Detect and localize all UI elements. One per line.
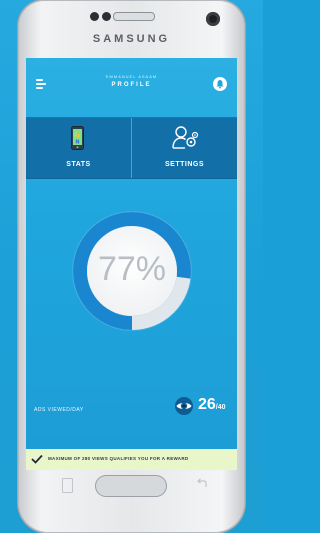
user-settings-icon (172, 126, 199, 149)
notification-bell-icon[interactable] (213, 77, 227, 91)
recent-apps-button[interactable] (62, 478, 73, 493)
earpiece-speaker (113, 12, 155, 21)
progress-percent: 77% (97, 250, 167, 288)
reward-banner-text: MAXIMUM OF 280 VIEWS QUALIFIES YOU FOR A… (48, 456, 189, 461)
check-icon (31, 454, 43, 464)
top-bezel: SAMSUNG (18, 0, 245, 62)
page-title: PROFILE (111, 82, 152, 88)
tab-settings-label: SETTINGS (164, 161, 204, 168)
tab-settings[interactable]: SETTINGS (132, 118, 237, 178)
ads-count-value: 26 (198, 396, 216, 413)
phone-frame: SAMSUNG EMMANUEL ASAAM PROFILE N STATS S… (18, 0, 245, 533)
reward-banner: MAXIMUM OF 280 VIEWS QUALIFIES YOU FOR A… (26, 449, 237, 470)
ads-count: 26/40 (198, 396, 226, 414)
app-screen: EMMANUEL ASAAM PROFILE N STATS SETTINGS … (26, 58, 237, 470)
front-camera (206, 12, 220, 26)
sensor-dot (102, 12, 111, 21)
progress-ring: 77% (71, 210, 193, 332)
sensor-dot (90, 12, 99, 21)
svg-text:N: N (75, 140, 79, 146)
ads-viewed-label: ADS VIEWED/DAY (34, 407, 84, 413)
tab-bar: N STATS SETTINGS (26, 118, 237, 178)
device-brand: SAMSUNG (92, 33, 171, 45)
ads-count-total: /40 (215, 404, 226, 411)
eye-icon (175, 397, 193, 415)
user-name: EMMANUEL ASAAM (105, 74, 158, 79)
app-bar: EMMANUEL ASAAM PROFILE (26, 58, 237, 118)
tab-stats-label: STATS (66, 161, 91, 168)
phone-icon: N (71, 126, 84, 150)
back-arrow-icon[interactable] (196, 478, 208, 490)
home-button[interactable] (95, 475, 167, 497)
tab-stats[interactable]: N STATS (26, 118, 131, 178)
